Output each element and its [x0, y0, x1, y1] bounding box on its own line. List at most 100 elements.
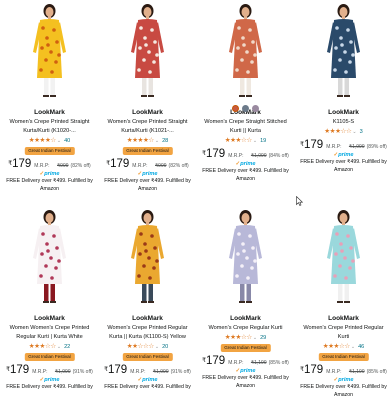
chevron-down-icon[interactable]: ⌄: [253, 138, 257, 144]
product-image[interactable]: [296, 206, 391, 307]
product-title[interactable]: Women's Crepe Regular Kurti: [198, 324, 293, 333]
rating-stars-icon: ★★☆☆☆: [126, 343, 154, 350]
product-title[interactable]: Women's Crepe Printed Straight Kurta/Kur…: [2, 118, 97, 136]
mrp-label: M.R.P:: [326, 144, 342, 150]
chevron-down-icon[interactable]: ⌄: [57, 138, 61, 144]
product-price: ₹179 M.R.P: ₹999 (82% off): [100, 157, 195, 172]
review-count[interactable]: 28: [162, 138, 168, 144]
chevron-down-icon[interactable]: ⌄: [155, 138, 159, 144]
product-title[interactable]: Women's Crepe Printed Straight Kurta/Kur…: [100, 118, 195, 136]
chevron-down-icon[interactable]: ⌄: [57, 344, 61, 350]
prime-label: prime: [142, 171, 158, 177]
prime-label: prime: [338, 377, 354, 383]
price-amount: 179: [206, 148, 226, 160]
rating-stars-icon: ★★★☆☆: [28, 343, 56, 350]
discount-percent: (84% off): [268, 153, 289, 159]
product-price: ₹179 M.R.P: ₹1,199 (85% off): [296, 363, 391, 378]
prime-label: prime: [240, 161, 256, 167]
product-price: ₹179 M.R.P: ₹1,999 (89% off): [296, 138, 391, 153]
kurta-model-illustration: [100, 0, 195, 101]
kurta-model-illustration: [100, 206, 195, 307]
product-price: ₹179 M.R.P: ₹1,999 (91% off): [100, 363, 195, 378]
currency-symbol: ₹: [8, 161, 13, 167]
product-title[interactable]: K1105-S: [296, 118, 391, 127]
delivery-info: FREE Delivery over ₹499. Fulfilled by Am…: [202, 375, 289, 389]
rating-stars-icon: ★★★☆☆: [324, 128, 352, 135]
kurta-model-illustration: [2, 206, 97, 307]
currency-symbol: ₹: [202, 358, 206, 364]
prime-badge: ✓prime: [2, 377, 97, 384]
discount-percent: (85% off): [268, 360, 289, 366]
prime-badge: ✓prime: [198, 368, 293, 375]
product-price: ₹179 M.R.P: ₹1,099 (84% off): [198, 147, 293, 162]
discount-percent: (85% off): [366, 369, 387, 375]
price-amount: 179: [10, 364, 30, 376]
prime-badge: ✓prime: [296, 152, 391, 159]
chevron-down-icon[interactable]: ⌄: [155, 344, 159, 350]
delivery-info: FREE Delivery over ₹499. Fulfilled by Am…: [300, 159, 387, 173]
discount-percent: (91% off): [170, 369, 191, 375]
kurta-model-illustration: [198, 206, 293, 307]
product-rating[interactable]: ★★★☆☆⌄ 46: [296, 343, 391, 351]
review-count[interactable]: 3: [360, 129, 363, 135]
price-amount: 179: [110, 158, 130, 170]
product-title[interactable]: Women Women's Crepe Printed Regular Kurt…: [2, 324, 97, 342]
review-count[interactable]: 20: [162, 344, 168, 350]
mrp-label: M.R.P:: [132, 163, 148, 169]
mrp-value: ₹1,099: [250, 153, 267, 159]
color-swatch[interactable]: [252, 105, 259, 112]
review-count[interactable]: 19: [260, 138, 266, 144]
product-title[interactable]: Women's Crepe Printed Regular Kurti: [296, 324, 391, 342]
rating-stars-icon: ★★★☆☆: [224, 137, 252, 144]
delivery-info: FREE Delivery over ₹499. Fulfilled by Am…: [202, 168, 289, 182]
price-amount: 179: [12, 158, 32, 170]
product-image[interactable]: [198, 206, 293, 307]
kurta-model-illustration: [296, 206, 391, 307]
product-rating[interactable]: ★★★★☆⌄ 28: [100, 137, 195, 145]
product-rating[interactable]: ★★★★☆⌄ 40: [2, 137, 97, 145]
delivery-info: FREE Delivery over ₹499. Fulfilled by: [104, 384, 191, 390]
kurta-model-illustration: [198, 0, 293, 101]
chevron-down-icon[interactable]: ⌄: [253, 335, 257, 341]
review-count[interactable]: 22: [64, 344, 70, 350]
currency-symbol: ₹: [300, 367, 304, 373]
prime-badge: ✓prime: [100, 377, 195, 384]
color-swatch[interactable]: [232, 105, 239, 112]
product-rating[interactable]: ★★★☆☆⌄ 29: [198, 334, 293, 342]
product-image[interactable]: [2, 206, 97, 307]
product-brand: LookMark: [328, 109, 359, 116]
review-count[interactable]: 29: [260, 335, 266, 341]
product-price: ₹179 M.R.P: ₹1,999 (91% off): [2, 363, 97, 378]
product-rating[interactable]: ★★★☆☆⌄ 22: [2, 343, 97, 351]
product-brand: LookMark: [328, 315, 359, 322]
product-brand: LookMark: [34, 315, 65, 322]
prime-badge: ✓prime: [296, 377, 391, 384]
prime-label: prime: [142, 377, 158, 383]
product-image[interactable]: [100, 206, 195, 307]
product-rating[interactable]: ★★☆☆☆⌄ 20: [100, 343, 195, 351]
product-grid: LookMark Women's Crepe Printed Straight K…: [0, 0, 391, 400]
rating-stars-icon: ★★★☆☆: [322, 343, 350, 350]
review-count[interactable]: 46: [358, 344, 364, 350]
chevron-down-icon[interactable]: ⌄: [352, 129, 356, 135]
rating-stars-icon: ★★★☆☆: [224, 334, 252, 341]
prime-label: prime: [44, 171, 60, 177]
product-image[interactable]: [100, 0, 195, 101]
product-title[interactable]: Women's Crepe Straight Stitched Kurti ||…: [198, 118, 293, 136]
product-brand: LookMark: [230, 315, 261, 322]
currency-symbol: ₹: [104, 367, 108, 373]
kurta-model-illustration: [296, 0, 391, 101]
color-swatch[interactable]: [242, 105, 249, 112]
product-image[interactable]: [198, 0, 293, 101]
discount-percent: (82% off): [70, 163, 91, 169]
chevron-down-icon[interactable]: ⌄: [351, 344, 355, 350]
prime-badge: ✓prime: [2, 171, 97, 178]
kurta-model-illustration: [2, 0, 97, 101]
delivery-info: FREE Delivery over ₹499. Fulfilled by Am…: [300, 384, 387, 398]
currency-symbol: ₹: [106, 161, 111, 167]
product-image[interactable]: [2, 0, 97, 101]
product-image[interactable]: [296, 0, 391, 101]
product-title[interactable]: Women's Crepe Printed Regular Kurta || K…: [100, 324, 195, 342]
mrp-label: M.R.P:: [34, 163, 50, 169]
review-count[interactable]: 40: [64, 138, 70, 144]
